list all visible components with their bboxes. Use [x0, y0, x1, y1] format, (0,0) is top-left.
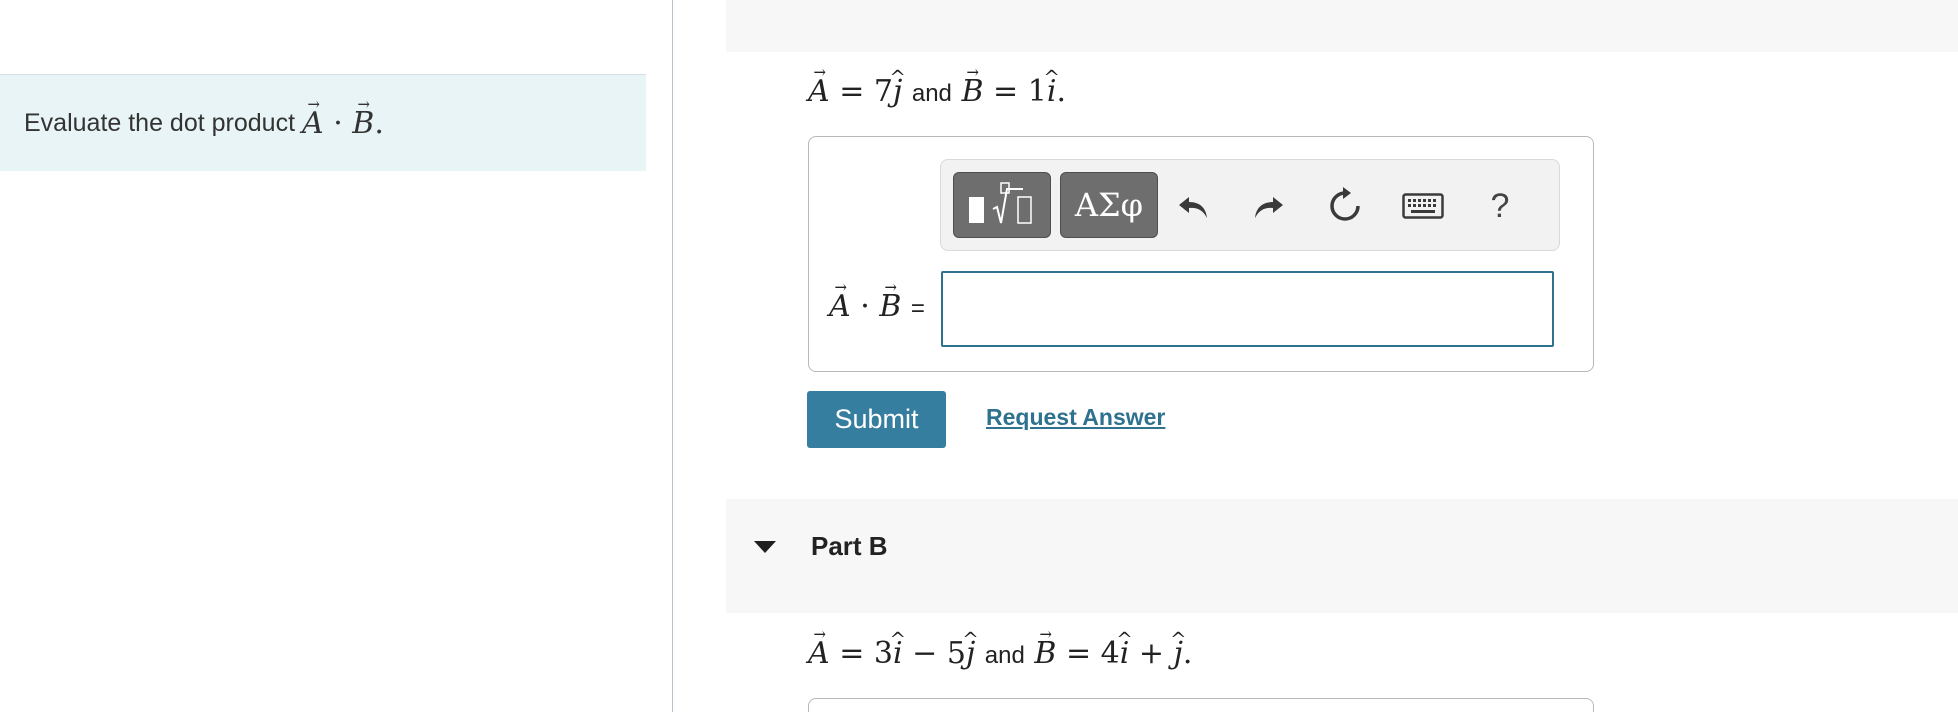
part-a-statement: A = 7j and B = 1i.: [808, 74, 1066, 109]
submit-button[interactable]: Submit: [807, 391, 946, 448]
part-b-answer-box: [808, 698, 1594, 712]
part-b-header[interactable]: Part B: [726, 499, 1958, 613]
answer-input[interactable]: [941, 271, 1554, 347]
help-icon: ?: [1490, 186, 1510, 225]
vector-a: A: [302, 106, 324, 141]
vector-b: B: [352, 106, 374, 141]
undo-icon: [1179, 197, 1207, 218]
part-a-answer-box: ΑΣφ ? → A · → B =: [808, 136, 1594, 372]
answer-label: A · B =: [829, 289, 925, 324]
problem-intro: Evaluate the dot product A · B.: [0, 74, 646, 171]
reset-button[interactable]: [1323, 184, 1367, 228]
keyboard-button[interactable]: [1397, 184, 1449, 228]
undo-button[interactable]: [1171, 184, 1215, 228]
symbols-button[interactable]: ΑΣφ: [1060, 172, 1158, 238]
help-button[interactable]: ?: [1478, 184, 1522, 228]
redo-button[interactable]: [1247, 184, 1291, 228]
keyboard-icon: [1402, 193, 1444, 219]
templates-icon: [969, 182, 1032, 224]
request-answer-link[interactable]: Request Answer: [986, 404, 1165, 431]
part-b-statement: A = 3i − 5j and B = 4i + j.: [808, 636, 1192, 671]
caret-down-icon[interactable]: [754, 541, 776, 553]
reset-icon: [1330, 187, 1360, 221]
redo-icon: [1255, 197, 1283, 218]
intro-text: Evaluate the dot product: [24, 108, 296, 137]
part-b-title: Part B: [811, 531, 888, 561]
part-a-header-strip: [726, 0, 1958, 52]
intro-math: A · B.: [302, 106, 384, 141]
templates-button[interactable]: [953, 172, 1051, 238]
math-toolbar: ΑΣφ ?: [940, 159, 1560, 251]
panel-divider: [672, 0, 673, 712]
